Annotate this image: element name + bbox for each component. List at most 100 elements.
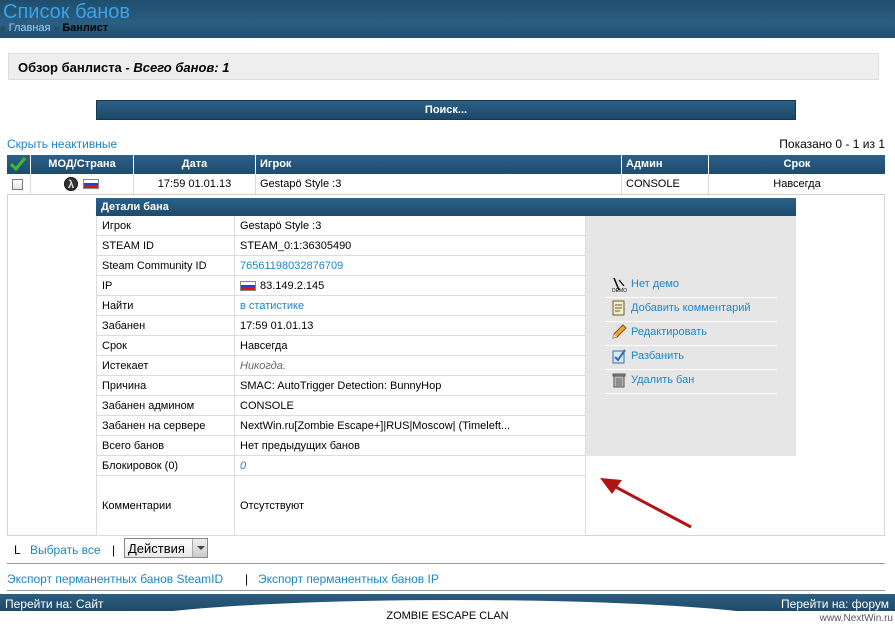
unban-action[interactable]: Разбанить <box>605 346 777 370</box>
search-toggle-button[interactable]: Поиск... <box>96 100 796 120</box>
detail-value: SMAC: AutoTrigger Detection: BunnyHop <box>235 376 586 395</box>
detail-row: Забанен 17:59 01.01.13 <box>96 316 586 336</box>
detail-label: Steam Community ID <box>96 256 235 275</box>
detail-value: CONSOLE <box>235 396 586 415</box>
chevron-down-icon[interactable] <box>192 539 207 557</box>
select-all-prefix: L <box>14 543 21 557</box>
detail-value: Gestapö Style :3 <box>235 216 586 235</box>
overview-total: Всего банов: 1 <box>133 60 230 75</box>
breadcrumb-separator: » <box>53 23 60 34</box>
pencil-icon <box>612 324 627 339</box>
detail-label: Блокировок (0) <box>96 456 235 475</box>
detail-value: STEAM_0:1:36305490 <box>235 236 586 255</box>
steam-community-link[interactable]: 76561198032876709 <box>235 256 586 275</box>
shown-count: Показано 0 - 1 из 1 <box>779 137 885 151</box>
divider <box>7 563 885 564</box>
ban-table-header: МОД/Страна Дата Игрок Админ Срок <box>7 155 885 174</box>
overview-title: Обзор банлиста - Всего банов: 1 <box>18 60 229 75</box>
add-comment-label: Добавить комментарий <box>631 302 751 314</box>
admin-cell: CONSOLE <box>621 174 708 194</box>
table-row[interactable]: 17:59 01.01.13 Gestapö Style :3 CONSOLE … <box>7 174 885 195</box>
find-in-stats-link[interactable]: в статистике <box>235 296 586 315</box>
length-cell: Навсегда <box>708 174 885 194</box>
add-comment-action[interactable]: Добавить комментарий <box>605 298 777 322</box>
overview-title-text: Обзор банлиста - <box>18 60 134 75</box>
detail-row: Steam Community ID 76561198032876709 <box>96 256 586 276</box>
date-cell: 17:59 01.01.13 <box>133 174 255 194</box>
detail-value: Никогда. <box>235 356 586 375</box>
detail-label: Причина <box>96 376 235 395</box>
blocks-count-link[interactable]: 0 <box>235 456 586 475</box>
unban-label: Разбанить <box>631 350 685 362</box>
delete-ban-label: Удалить бан <box>631 374 695 386</box>
detail-value: Отсутствуют <box>235 476 586 535</box>
col-length[interactable]: Срок <box>708 155 885 174</box>
row-checkbox[interactable] <box>12 179 23 190</box>
detail-label: STEAM ID <box>96 236 235 255</box>
detail-row: IP 83.149.2.145 <box>96 276 586 296</box>
bottom-separator: | <box>112 543 116 557</box>
select-all-link[interactable]: Выбрать все <box>30 543 101 557</box>
detail-row: Всего банов Нет предыдущих банов <box>96 436 586 456</box>
breadcrumb-separator: » <box>0 23 6 34</box>
actions-select[interactable]: Действия <box>124 538 208 558</box>
detail-label: Забанен <box>96 316 235 335</box>
demo-icon: DEMO <box>612 277 627 292</box>
player-cell: Gestapö Style :3 <box>255 174 621 194</box>
col-date[interactable]: Дата <box>133 155 255 174</box>
goto-site-link[interactable]: Перейти на: Сайт <box>5 597 104 611</box>
ban-detail-table: Игрок Gestapö Style :3 STEAM ID STEAM_0:1:… <box>96 216 586 536</box>
breadcrumb-current: Банлист <box>62 22 109 34</box>
hide-inactive-link[interactable]: Скрыть неактивные <box>7 137 117 151</box>
trash-icon <box>612 373 626 388</box>
detail-value: NextWin.ru[Zombie Escape+]|RUS|Moscow| (… <box>235 416 586 435</box>
detail-row: Игрок Gestapö Style :3 <box>96 216 586 236</box>
mod-country-cell <box>30 174 133 195</box>
ban-actions-panel: DEMO Нет демо Добавить комментарий Редак… <box>586 216 796 456</box>
page-footer: Перейти на: Сайт Перейти на: форум ZOMBI… <box>0 594 895 626</box>
col-mod-country[interactable]: МОД/Страна <box>30 155 133 174</box>
unban-icon <box>612 349 626 364</box>
red-arrow-annotation <box>600 478 692 529</box>
export-steamid-link[interactable]: Экспорт перманентных банов SteamID <box>7 572 223 586</box>
divider <box>7 590 885 591</box>
page-header: Список банов » Главная » Банлист <box>0 0 895 38</box>
detail-label: Срок <box>96 336 235 355</box>
detail-row: Забанен админом CONSOLE <box>96 396 586 416</box>
comment-icon <box>612 300 625 316</box>
halflife-mod-icon <box>64 175 78 195</box>
clan-name: ZOMBIE ESCAPE CLAN <box>386 610 509 622</box>
detail-row: Истекает Никогда. <box>96 356 586 376</box>
goto-forum-link[interactable]: Перейти на: форум <box>781 597 889 611</box>
edit-action[interactable]: Редактировать <box>605 322 777 346</box>
no-demo-label: Нет демо <box>631 278 680 290</box>
ip-value-cell: 83.149.2.145 <box>235 276 586 295</box>
detail-label: Комментарии <box>96 476 235 535</box>
col-admin[interactable]: Админ <box>621 155 708 174</box>
ban-detail-title: Детали бана <box>96 198 796 216</box>
detail-row: Найти в статистике <box>96 296 586 316</box>
detail-label: Найти <box>96 296 235 315</box>
search-label: Поиск... <box>424 104 468 116</box>
no-demo-action[interactable]: DEMO Нет демо <box>605 274 777 298</box>
breadcrumb-home-link[interactable]: Главная <box>9 22 51 34</box>
detail-label: Забанен на сервере <box>96 416 235 435</box>
svg-text:DEMO: DEMO <box>612 288 627 292</box>
export-ip-link[interactable]: Экспорт перманентных банов IP <box>258 572 439 586</box>
delete-ban-action[interactable]: Удалить бан <box>605 370 777 394</box>
detail-label: Всего банов <box>96 436 235 455</box>
detail-row: Причина SMAC: AutoTrigger Detection: Bunn… <box>96 376 586 396</box>
edit-label: Редактировать <box>631 326 707 338</box>
col-player[interactable]: Игрок <box>255 155 621 174</box>
page-title: Список банов <box>3 1 131 23</box>
overview-panel: Обзор банлиста - Всего банов: 1 <box>8 53 879 80</box>
detail-value: Нет предыдущих банов <box>235 436 586 455</box>
russia-flag-icon <box>83 179 99 189</box>
russia-flag-icon <box>240 281 256 292</box>
detail-row: STEAM ID STEAM_0:1:36305490 <box>96 236 586 256</box>
check-all-icon[interactable] <box>10 157 26 171</box>
ip-value: 83.149.2.145 <box>260 280 325 292</box>
detail-row: Забанен на сервере NextWin.ru[Zombie Esca… <box>96 416 586 436</box>
detail-row: Блокировок (0) 0 <box>96 456 586 476</box>
detail-label: Истекает <box>96 356 235 375</box>
